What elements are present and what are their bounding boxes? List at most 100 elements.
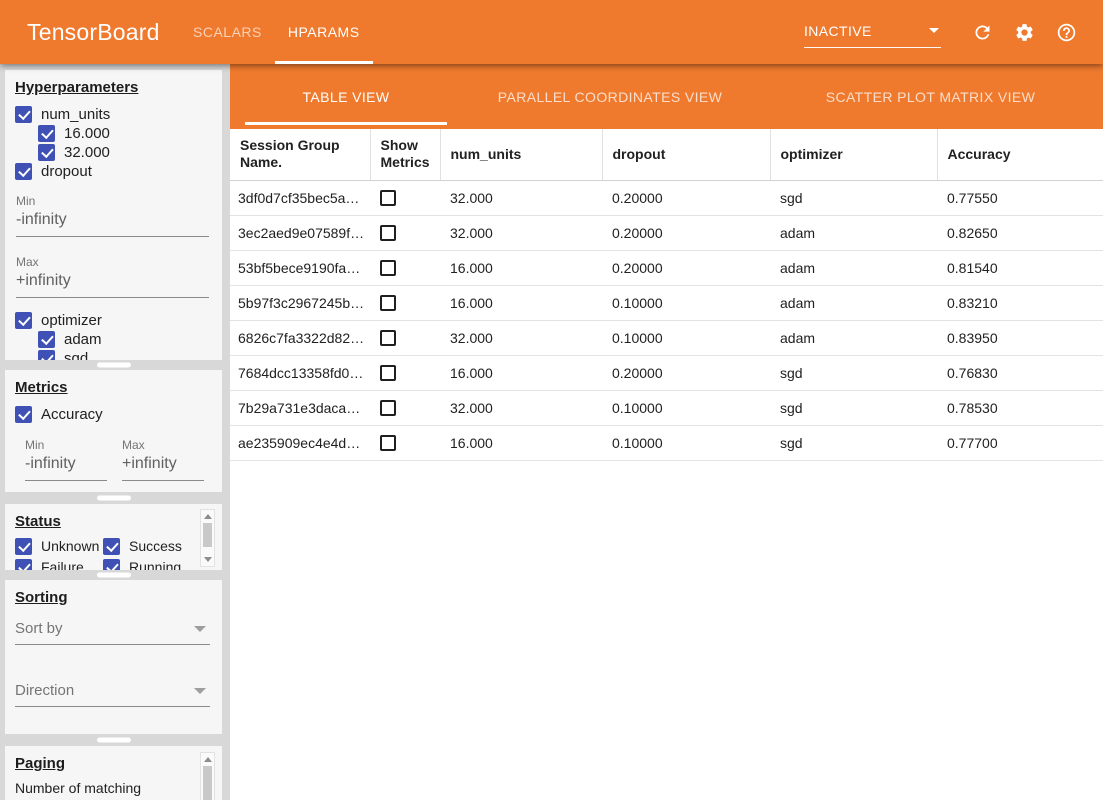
num-units-32-checkbox[interactable] bbox=[38, 144, 55, 161]
optimizer-cell: sgd bbox=[770, 355, 937, 390]
dropout-cell: 0.10000 bbox=[602, 425, 770, 460]
session-group-name-cell: 3df0d7cf35bec5a… bbox=[230, 180, 370, 215]
dropout-cell: 0.20000 bbox=[602, 355, 770, 390]
status-scrollbar[interactable] bbox=[200, 509, 215, 567]
settings-icon[interactable] bbox=[1013, 21, 1035, 43]
num-units-checkbox[interactable] bbox=[15, 106, 32, 123]
status-section: Status Unknown Success Failure Running bbox=[5, 504, 222, 570]
show-metrics-checkbox[interactable] bbox=[380, 260, 396, 276]
tab-table-view[interactable]: TABLE VIEW bbox=[230, 64, 462, 129]
dropout-label: dropout bbox=[41, 163, 92, 180]
accuracy-cell: 0.77550 bbox=[937, 180, 1103, 215]
paging-heading: Paging bbox=[15, 755, 196, 772]
optimizer-cell: adam bbox=[770, 250, 937, 285]
status-heading: Status bbox=[15, 513, 196, 530]
show-metrics-checkbox[interactable] bbox=[380, 365, 396, 381]
column-header: num_units bbox=[440, 129, 602, 180]
accuracy-cell: 0.82650 bbox=[937, 215, 1103, 250]
metric-max-label: Max bbox=[122, 438, 204, 452]
optimizer-cell: sgd bbox=[770, 425, 937, 460]
show-metrics-checkbox[interactable] bbox=[380, 190, 396, 206]
tab-parallel-coordinates-view[interactable]: PARALLEL COORDINATES VIEW bbox=[462, 64, 758, 129]
num-units-16-checkbox[interactable] bbox=[38, 125, 55, 142]
dropout-max-input[interactable] bbox=[16, 269, 209, 298]
dropout-checkbox[interactable] bbox=[15, 163, 32, 180]
column-header: dropout bbox=[602, 129, 770, 180]
header-right-controls: INACTIVE bbox=[804, 0, 1077, 64]
help-icon[interactable] bbox=[1055, 21, 1077, 43]
optimizer-checkbox[interactable] bbox=[15, 312, 32, 329]
show-metrics-checkbox[interactable] bbox=[380, 330, 396, 346]
refresh-icon[interactable] bbox=[971, 21, 993, 43]
num-units-cell: 32.000 bbox=[440, 215, 602, 250]
metric-min-input[interactable] bbox=[25, 452, 107, 481]
sort-by-dropdown[interactable]: Sort by bbox=[15, 615, 210, 645]
optimizer-cell: sgd bbox=[770, 390, 937, 425]
view-tabs: TABLE VIEW PARALLEL COORDINATES VIEW SCA… bbox=[230, 64, 1103, 129]
hparam-dropout: dropout bbox=[15, 162, 216, 180]
accuracy-checkbox[interactable] bbox=[15, 406, 32, 423]
paging-section: Paging Number of matching session groups… bbox=[5, 746, 222, 800]
resize-handle[interactable] bbox=[97, 738, 131, 743]
accuracy-cell: 0.83950 bbox=[937, 320, 1103, 355]
direction-dropdown[interactable]: Direction bbox=[15, 677, 210, 707]
hparam-num-units-16: 16.000 bbox=[38, 124, 216, 142]
tab-scalars[interactable]: SCALARS bbox=[180, 0, 275, 64]
dropout-cell: 0.10000 bbox=[602, 285, 770, 320]
status-unknown: Unknown bbox=[15, 537, 99, 555]
session-group-name-cell: 3ec2aed9e07589f… bbox=[230, 215, 370, 250]
optimizer-sgd-checkbox[interactable] bbox=[38, 350, 55, 361]
scroll-up-icon[interactable] bbox=[204, 514, 212, 519]
show-metrics-cell bbox=[370, 390, 440, 425]
table-row: 6826c7fa3322d82…32.0000.10000adam0.83950 bbox=[230, 320, 1103, 355]
sort-by-placeholder: Sort by bbox=[15, 620, 63, 637]
scroll-down-icon[interactable] bbox=[204, 557, 212, 562]
tab-scatter-plot-matrix-view[interactable]: SCATTER PLOT MATRIX VIEW bbox=[758, 64, 1103, 129]
status-unknown-checkbox[interactable] bbox=[15, 538, 32, 555]
num-units-32-label: 32.000 bbox=[64, 144, 110, 161]
optimizer-cell: adam bbox=[770, 215, 937, 250]
table-body: 3df0d7cf35bec5a…32.0000.20000sgd0.775503… bbox=[230, 180, 1103, 460]
status-success-label: Success bbox=[129, 538, 182, 554]
optimizer-adam-checkbox[interactable] bbox=[38, 331, 55, 348]
dropout-max-label: Max bbox=[16, 255, 216, 269]
dropout-min-input[interactable] bbox=[16, 208, 209, 237]
resize-handle[interactable] bbox=[97, 363, 131, 368]
tab-hparams[interactable]: HPARAMS bbox=[275, 0, 373, 64]
num-units-cell: 16.000 bbox=[440, 355, 602, 390]
table-row: 7b29a731e3daca…32.0000.10000sgd0.78530 bbox=[230, 390, 1103, 425]
show-metrics-checkbox[interactable] bbox=[380, 225, 396, 241]
section-divider bbox=[5, 570, 222, 580]
status-failure-checkbox[interactable] bbox=[15, 559, 32, 571]
optimizer-cell: sgd bbox=[770, 180, 937, 215]
hyperparameters-section: Hyperparameters num_units 16.000 32.000 … bbox=[5, 70, 222, 360]
status-mode-dropdown[interactable]: INACTIVE bbox=[804, 16, 941, 48]
show-metrics-checkbox[interactable] bbox=[380, 400, 396, 416]
hparam-optimizer-sgd: sgd bbox=[38, 349, 216, 360]
resize-handle[interactable] bbox=[97, 496, 131, 501]
optimizer-adam-label: adam bbox=[64, 331, 102, 348]
section-divider bbox=[5, 734, 222, 746]
hparam-optimizer: optimizer bbox=[15, 311, 216, 329]
paging-scrollbar[interactable] bbox=[200, 752, 215, 800]
show-metrics-checkbox[interactable] bbox=[380, 295, 396, 311]
status-mode-value: INACTIVE bbox=[804, 23, 872, 39]
status-success-checkbox[interactable] bbox=[103, 538, 120, 555]
hparam-num-units: num_units bbox=[15, 105, 216, 123]
section-divider bbox=[5, 360, 222, 370]
session-group-name-cell: ae235909ec4e4d… bbox=[230, 425, 370, 460]
show-metrics-checkbox[interactable] bbox=[380, 435, 396, 451]
accuracy-label: Accuracy bbox=[41, 406, 103, 423]
chevron-down-icon bbox=[194, 626, 206, 632]
accuracy-cell: 0.83210 bbox=[937, 285, 1103, 320]
scrollbar-thumb[interactable] bbox=[203, 766, 212, 800]
status-unknown-label: Unknown bbox=[41, 538, 99, 554]
scroll-up-icon[interactable] bbox=[204, 757, 212, 762]
table-row: 3ec2aed9e07589f…32.0000.20000adam0.82650 bbox=[230, 215, 1103, 250]
dropout-cell: 0.10000 bbox=[602, 390, 770, 425]
metric-max-input[interactable] bbox=[122, 452, 204, 481]
resize-handle[interactable] bbox=[97, 573, 131, 578]
scrollbar-thumb[interactable] bbox=[203, 523, 212, 547]
status-running-checkbox[interactable] bbox=[103, 559, 120, 571]
status-failure: Failure bbox=[15, 558, 99, 570]
